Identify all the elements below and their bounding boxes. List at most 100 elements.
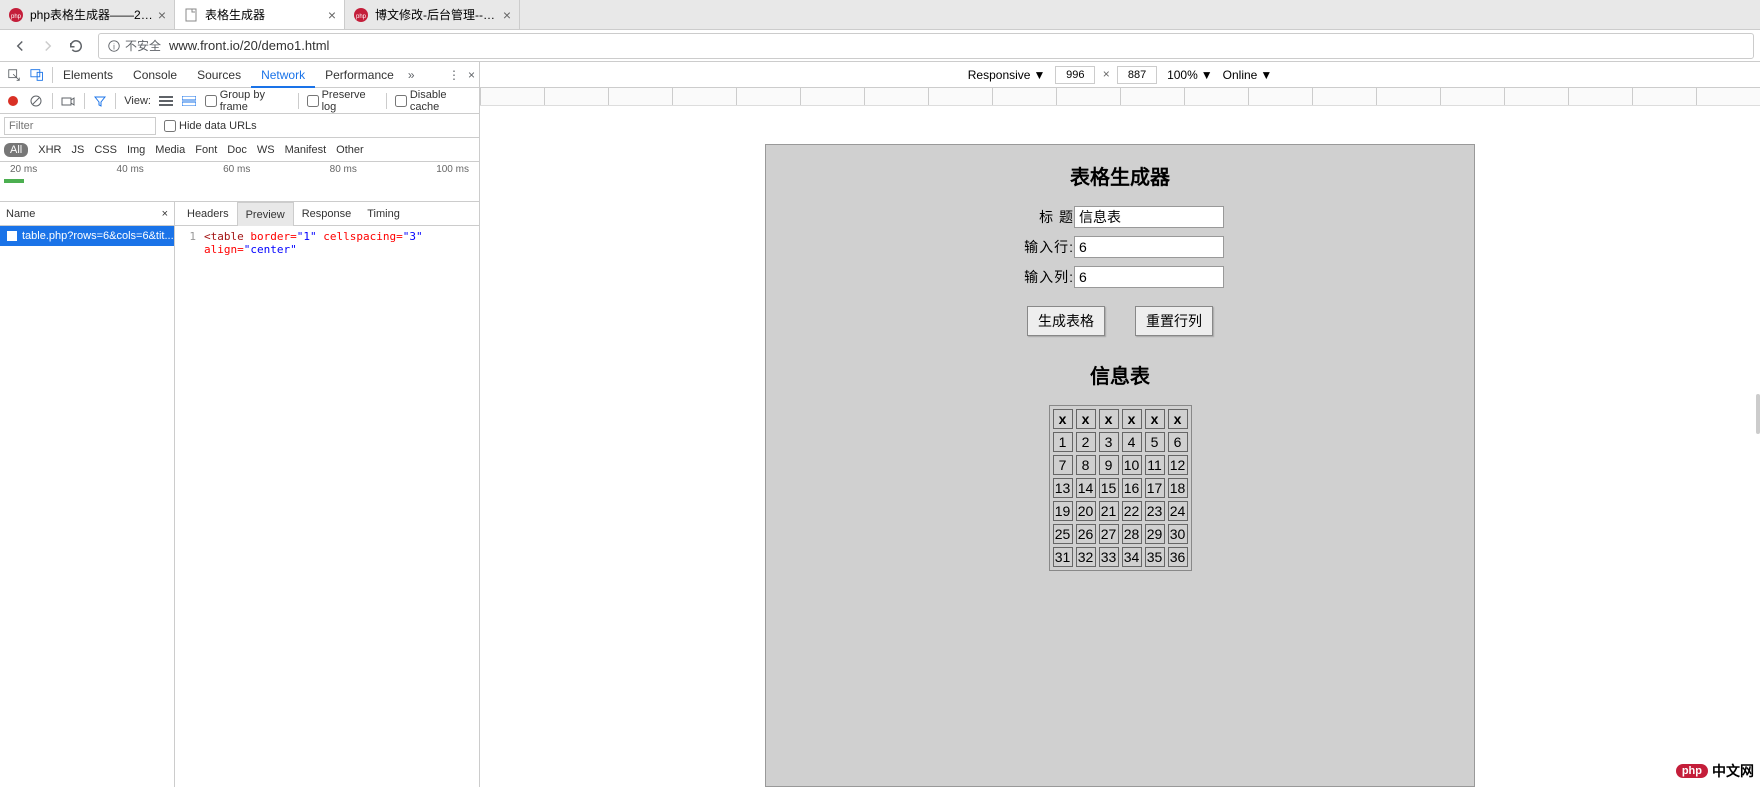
tab-sources[interactable]: Sources bbox=[187, 62, 251, 88]
request-item[interactable]: table.php?rows=6&cols=6&tit... bbox=[0, 226, 174, 246]
detail-tab-response[interactable]: Response bbox=[294, 202, 360, 226]
devtools-panel: Elements Console Sources Network Perform… bbox=[0, 62, 480, 787]
reset-button[interactable]: 重置行列 bbox=[1135, 306, 1213, 336]
tab-title: 博文修改-后台管理--特( bbox=[375, 6, 499, 23]
back-button[interactable] bbox=[8, 34, 32, 58]
width-input[interactable] bbox=[1055, 66, 1095, 84]
device-toggle-icon[interactable] bbox=[28, 65, 48, 85]
ruler bbox=[480, 88, 1760, 106]
table-cell: 19 bbox=[1053, 501, 1073, 521]
page-icon bbox=[183, 7, 199, 23]
filter-manifest[interactable]: Manifest bbox=[285, 144, 327, 156]
device-select[interactable]: Responsive ▼ bbox=[968, 68, 1046, 82]
browser-tab-3[interactable]: php 博文修改-后台管理--特( × bbox=[345, 0, 520, 29]
table-title: 信息表 bbox=[782, 360, 1458, 389]
hide-data-urls-checkbox[interactable]: Hide data URLs bbox=[164, 120, 257, 132]
detail-tab-preview[interactable]: Preview bbox=[237, 202, 294, 226]
filter-img[interactable]: Img bbox=[127, 144, 145, 156]
throttling-select[interactable]: Online ▼ bbox=[1223, 68, 1273, 82]
scroll-indicator[interactable] bbox=[1756, 394, 1760, 434]
page-title: 表格生成器 bbox=[782, 161, 1458, 190]
table-row: 313233343536 bbox=[1053, 547, 1188, 567]
table-cell: 17 bbox=[1145, 478, 1165, 498]
label-rows: 输入行: bbox=[1016, 237, 1074, 257]
reload-button[interactable] bbox=[64, 34, 88, 58]
address-bar: i 不安全 www.front.io/20/demo1.html bbox=[0, 30, 1760, 62]
generate-button[interactable]: 生成表格 bbox=[1027, 306, 1105, 336]
tab-title: php表格生成器——201 bbox=[30, 6, 154, 23]
wf-label: 20 ms bbox=[10, 164, 37, 175]
rows-input[interactable] bbox=[1074, 236, 1224, 258]
table-cell: 24 bbox=[1168, 501, 1188, 521]
clear-button[interactable] bbox=[29, 93, 44, 109]
record-button[interactable] bbox=[6, 93, 21, 109]
table-cell: 1 bbox=[1053, 432, 1073, 452]
tab-console[interactable]: Console bbox=[123, 62, 187, 88]
tab-performance[interactable]: Performance bbox=[315, 62, 404, 88]
detail-tab-timing[interactable]: Timing bbox=[359, 202, 408, 226]
waterfall-overview[interactable]: 20 ms 40 ms 60 ms 80 ms 100 ms bbox=[0, 162, 479, 202]
browser-tabs: php php表格生成器——201 × 表格生成器 × php 博文修改-后台管… bbox=[0, 0, 1760, 30]
filter-ws[interactable]: WS bbox=[257, 144, 275, 156]
group-by-frame-checkbox[interactable]: Group by frame bbox=[205, 89, 290, 113]
tab-network[interactable]: Network bbox=[251, 62, 315, 88]
zoom-select[interactable]: 100% ▼ bbox=[1167, 68, 1213, 82]
php-icon: php bbox=[8, 7, 24, 23]
table-cell: 20 bbox=[1076, 501, 1096, 521]
filter-row: Hide data URLs bbox=[0, 114, 479, 138]
table-header-cell: x bbox=[1076, 409, 1096, 429]
large-rows-icon[interactable] bbox=[159, 93, 174, 109]
close-icon[interactable]: × bbox=[328, 7, 336, 23]
filter-all[interactable]: All bbox=[4, 143, 28, 157]
label-title: 标 题 bbox=[1016, 207, 1074, 227]
table-cell: 9 bbox=[1099, 455, 1119, 475]
filter-media[interactable]: Media bbox=[155, 144, 185, 156]
filter-other[interactable]: Other bbox=[336, 144, 364, 156]
table-cell: 8 bbox=[1076, 455, 1096, 475]
cols-input[interactable] bbox=[1074, 266, 1224, 288]
filter-icon[interactable] bbox=[92, 93, 107, 109]
table-cell: 33 bbox=[1099, 547, 1119, 567]
browser-tab-2[interactable]: 表格生成器 × bbox=[175, 0, 345, 29]
browser-tab-1[interactable]: php php表格生成器——201 × bbox=[0, 0, 175, 29]
table-header-cell: x bbox=[1099, 409, 1119, 429]
list-header: Name × bbox=[0, 202, 174, 226]
table-cell: 23 bbox=[1145, 501, 1165, 521]
filter-css[interactable]: CSS bbox=[94, 144, 117, 156]
filter-js[interactable]: JS bbox=[71, 144, 84, 156]
filter-doc[interactable]: Doc bbox=[227, 144, 247, 156]
watermark: php 中文网 bbox=[1676, 761, 1754, 781]
close-detail-icon[interactable]: × bbox=[162, 202, 168, 225]
table-cell: 25 bbox=[1053, 524, 1073, 544]
close-devtools-icon[interactable]: × bbox=[468, 68, 475, 82]
disable-cache-checkbox[interactable]: Disable cache bbox=[395, 89, 473, 113]
preserve-log-checkbox[interactable]: Preserve log bbox=[307, 89, 378, 113]
device-toolbar: Responsive ▼ × 100% ▼ Online ▼ bbox=[480, 62, 1760, 88]
wf-label: 60 ms bbox=[223, 164, 250, 175]
table-row: 131415161718 bbox=[1053, 478, 1188, 498]
chevron-down-icon: ▼ bbox=[1033, 68, 1045, 82]
close-icon[interactable]: × bbox=[158, 7, 166, 23]
filter-font[interactable]: Font bbox=[195, 144, 217, 156]
inspect-icon[interactable] bbox=[4, 65, 24, 85]
more-tabs-icon[interactable]: » bbox=[408, 68, 415, 82]
camera-icon[interactable] bbox=[61, 93, 76, 109]
responsive-viewport: Responsive ▼ × 100% ▼ Online ▼ 表格生成器 bbox=[480, 62, 1760, 787]
chevron-down-icon: ▼ bbox=[1260, 68, 1272, 82]
kebab-icon[interactable]: ⋮ bbox=[448, 68, 460, 82]
wf-label: 80 ms bbox=[330, 164, 357, 175]
table-cell: 35 bbox=[1145, 547, 1165, 567]
detail-tab-headers[interactable]: Headers bbox=[179, 202, 237, 226]
forward-button[interactable] bbox=[36, 34, 60, 58]
code-line: <table border="1" cellspacing="3" align=… bbox=[204, 230, 475, 256]
generated-table: xxxxxx 123456789101112131415161718192021… bbox=[1049, 405, 1192, 571]
filter-input[interactable] bbox=[4, 117, 156, 135]
url-input[interactable]: i 不安全 www.front.io/20/demo1.html bbox=[98, 33, 1754, 59]
table-cell: 12 bbox=[1168, 455, 1188, 475]
overview-icon[interactable] bbox=[182, 93, 197, 109]
filter-xhr[interactable]: XHR bbox=[38, 144, 61, 156]
height-input[interactable] bbox=[1117, 66, 1157, 84]
close-icon[interactable]: × bbox=[503, 7, 511, 23]
tab-elements[interactable]: Elements bbox=[53, 62, 123, 88]
title-input[interactable] bbox=[1074, 206, 1224, 228]
